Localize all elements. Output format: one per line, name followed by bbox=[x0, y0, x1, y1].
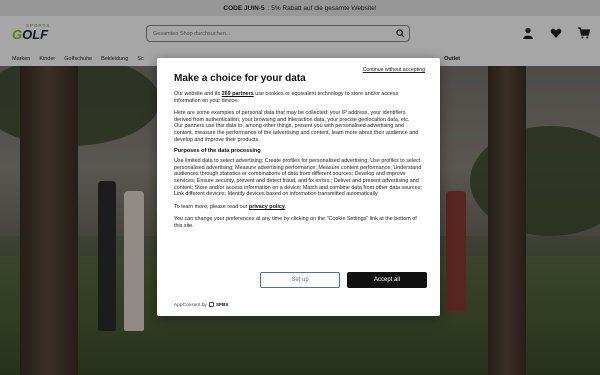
consent-usage: Our partners use this data to, among oth… bbox=[174, 123, 419, 143]
sfbx-logo-icon bbox=[208, 302, 214, 309]
consent-title: Make a choice for your data bbox=[174, 73, 306, 84]
consent-examples: Here are some examples of personal data … bbox=[174, 110, 410, 123]
consent-intro: Our website and its 269 partners use coo… bbox=[174, 91, 399, 104]
continue-without-accepting-link[interactable]: Continue without accepting bbox=[363, 67, 425, 73]
privacy-policy-link[interactable]: privacy policy bbox=[249, 204, 285, 210]
change-preferences-note: You can change your preferences at any t… bbox=[174, 216, 417, 229]
partners-link[interactable]: 269 partners bbox=[222, 91, 254, 97]
consent-buttons: Set up Accept all bbox=[260, 272, 427, 288]
purposes-list: Use limited data to select advertising; … bbox=[174, 158, 422, 198]
consent-dialog: Continue without accepting Make a choice… bbox=[157, 58, 440, 316]
setup-button[interactable]: Set up bbox=[260, 272, 340, 288]
sfbx-brand-name: SFBX bbox=[215, 303, 229, 308]
learn-more: To learn more, please read our privacy p… bbox=[174, 203, 287, 210]
appconsent-brand: AppConsent by SFBX bbox=[174, 302, 229, 309]
purposes-title: Purposes of the data processing bbox=[174, 148, 261, 155]
accept-all-button[interactable]: Accept all bbox=[347, 272, 427, 288]
